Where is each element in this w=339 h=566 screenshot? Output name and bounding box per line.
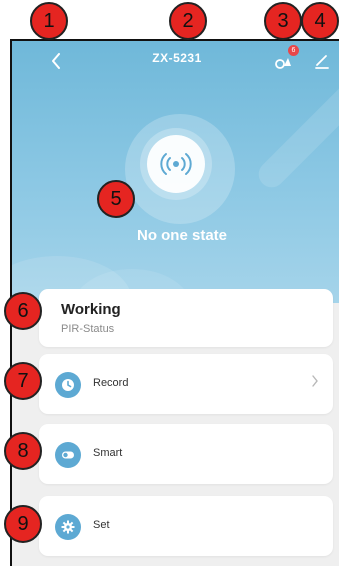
set-label: Set: [93, 519, 110, 531]
annotation-badge-2: 2: [169, 2, 207, 40]
record-menu-item[interactable]: Record: [39, 354, 333, 414]
annotation-badge-5: 5: [97, 180, 135, 218]
edit-button[interactable]: [314, 49, 334, 69]
annotation-badge-1: 1: [30, 2, 68, 40]
working-subtitle: PIR-Status: [61, 323, 115, 335]
annotation-badge-6: 6: [4, 292, 42, 330]
annotation-badge-3: 3: [264, 2, 302, 40]
chevron-left-icon: [52, 53, 60, 69]
annotation-badge-7: 7: [4, 362, 42, 400]
working-status-card: Working PIR-Status: [39, 289, 333, 347]
chevron-right-icon: [311, 374, 319, 390]
radar-signal-icon: [160, 153, 192, 175]
gear-icon: [55, 514, 81, 540]
smart-label: Smart: [93, 447, 123, 459]
status-hero: ZX-5231 6 No one state: [12, 41, 339, 303]
set-menu-item[interactable]: Set: [39, 496, 333, 556]
annotation-badge-9: 9: [4, 505, 42, 543]
share-icon: [275, 58, 291, 69]
sensor-indicator: [147, 135, 205, 193]
state-text: No one state: [136, 227, 227, 244]
smart-menu-item[interactable]: Smart: [39, 424, 333, 484]
decor-stripe: [253, 75, 339, 193]
working-title: Working: [61, 301, 121, 318]
back-button[interactable]: [42, 47, 70, 75]
clock-icon: [55, 372, 81, 398]
record-label: Record: [93, 377, 129, 389]
notification-badge: 6: [288, 45, 299, 56]
annotation-badge-4: 4: [301, 2, 339, 40]
annotation-badge-8: 8: [4, 432, 42, 470]
toggle-icon: [55, 442, 81, 468]
page-title: ZX-5231: [152, 51, 202, 65]
pencil-icon: [315, 55, 329, 69]
device-screen: ZX-5231 6 No one state Working PIR-Statu…: [10, 39, 339, 566]
share-button[interactable]: 6: [274, 45, 299, 71]
